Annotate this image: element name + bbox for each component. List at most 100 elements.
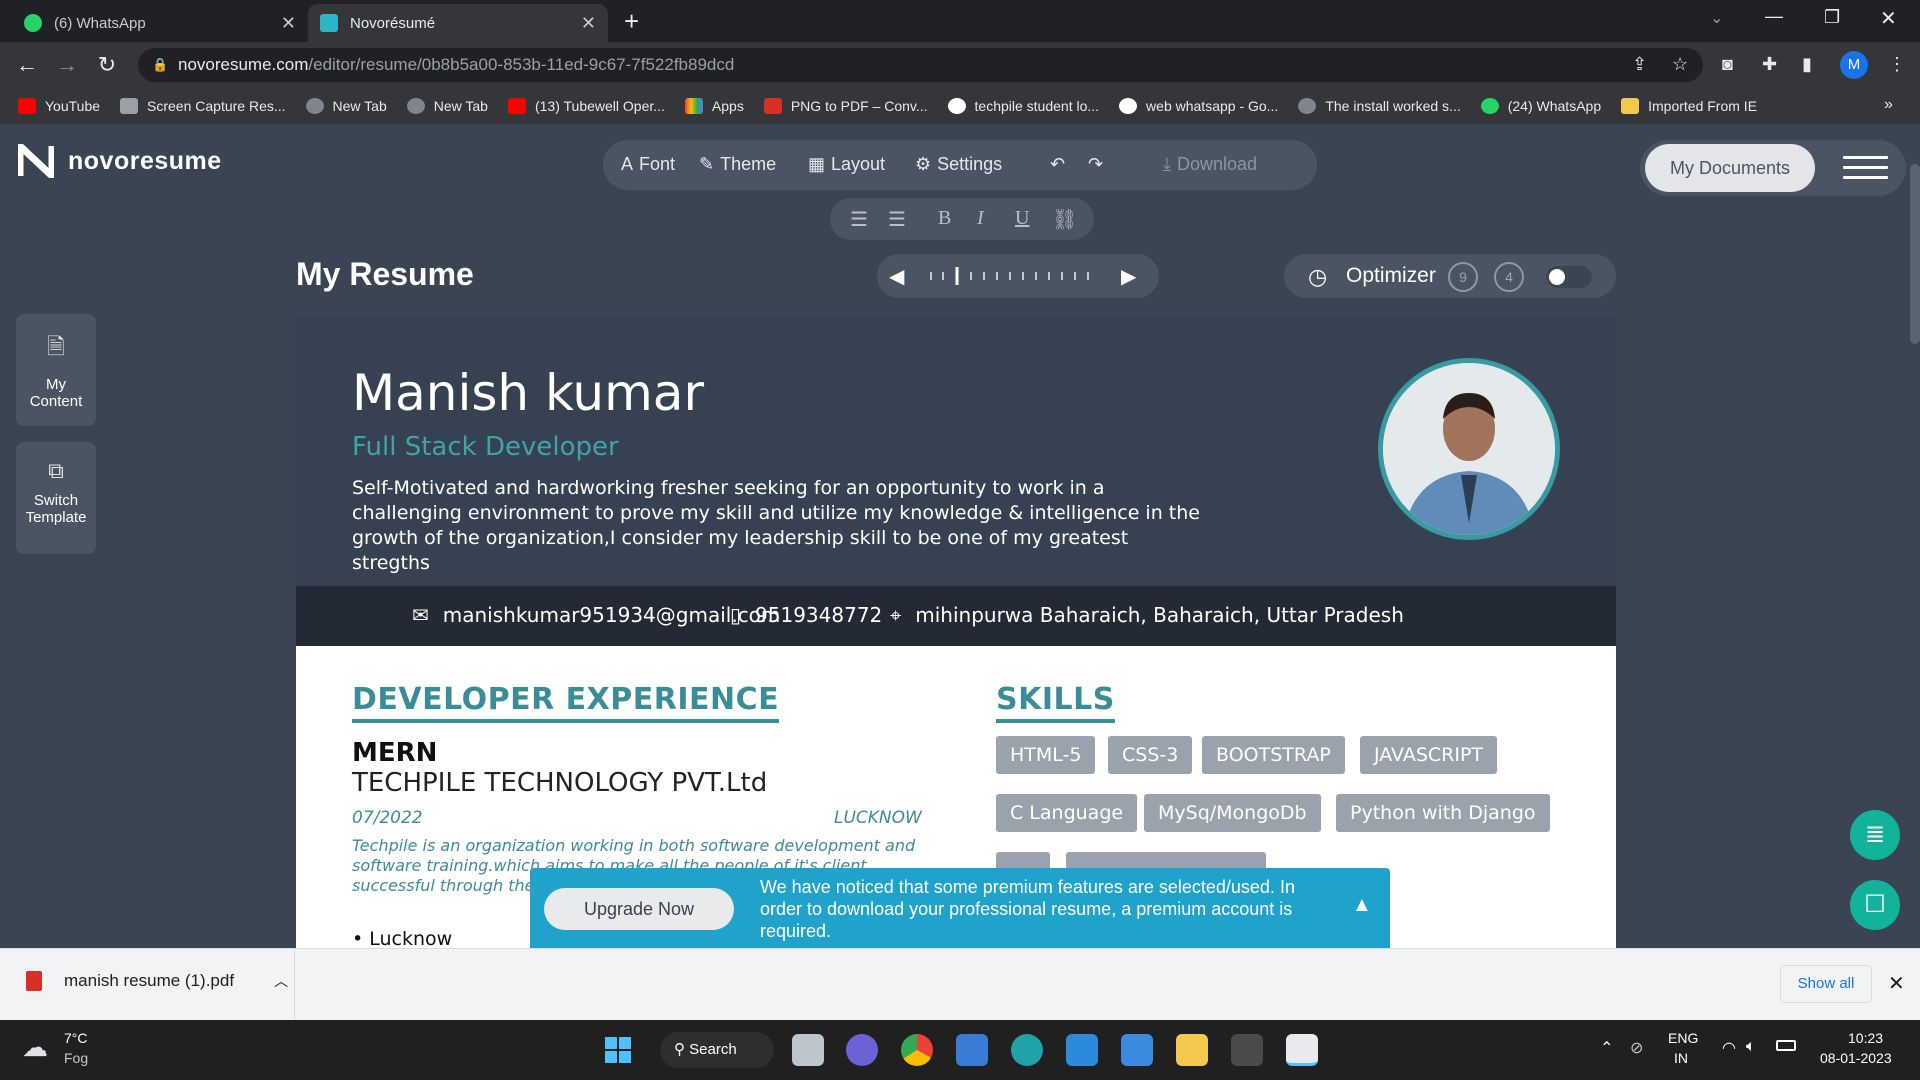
- clock-date[interactable]: 08-01-2023: [1820, 1050, 1892, 1066]
- skill-tag[interactable]: BOOTSTRAP: [1202, 736, 1345, 774]
- company-name[interactable]: TECHPILE TECHNOLOGY PVT.Ltd: [352, 768, 767, 798]
- show-all-button[interactable]: Show all: [1780, 965, 1872, 1003]
- bookmark-new-tab-2[interactable]: New Tab: [406, 98, 488, 114]
- vscode-icon[interactable]: [1066, 1034, 1098, 1066]
- previous-page-icon[interactable]: ◀: [889, 264, 904, 289]
- skill-tag[interactable]: Python with Django: [1336, 794, 1550, 832]
- job-title[interactable]: MERN: [352, 738, 437, 768]
- language-indicator[interactable]: ENG: [1668, 1030, 1698, 1046]
- skills-heading[interactable]: SKILLS: [996, 682, 1115, 723]
- hamburger-menu-icon[interactable]: [1843, 156, 1888, 180]
- task-view-icon[interactable]: [792, 1034, 824, 1066]
- download-button[interactable]: ⤓ Download: [1163, 154, 1257, 175]
- my-documents-button[interactable]: My Documents: [1645, 144, 1815, 192]
- battery-icon[interactable]: [1776, 1040, 1796, 1051]
- job-date[interactable]: 07/2022: [352, 808, 423, 828]
- bookmark-png-to-pdf[interactable]: PNG to PDF – Conv...: [763, 98, 928, 114]
- redo-button[interactable]: ↷: [1088, 154, 1103, 175]
- bookmark-apps[interactable]: Apps: [684, 98, 744, 114]
- url-field[interactable]: 🔒 novoresume.com/editor/resume/0b8b5a00-…: [138, 48, 1703, 82]
- bookmark-techpile[interactable]: techpile student lo...: [947, 98, 1099, 114]
- reload-icon[interactable]: ↻: [92, 50, 122, 80]
- kebab-menu-icon[interactable]: ⋮: [1888, 54, 1906, 75]
- bookmark-star-icon[interactable]: ☆: [1672, 54, 1688, 75]
- job-bullet[interactable]: • Lucknow: [352, 928, 452, 948]
- font-button[interactable]: A Font: [621, 154, 675, 175]
- profile-avatar[interactable]: M: [1840, 51, 1868, 79]
- align-left-icon[interactable]: ☰: [850, 207, 868, 232]
- chevron-up-icon[interactable]: ⌃: [1600, 1038, 1613, 1058]
- chevron-up-icon[interactable]: ︿: [274, 971, 288, 991]
- taskbar-search[interactable]: ⚲ Search: [660, 1032, 774, 1068]
- bookmark-web-whatsapp[interactable]: web whatsapp - Go...: [1119, 98, 1278, 114]
- close-icon[interactable]: ✕: [281, 13, 296, 34]
- download-item[interactable]: manish resume (1).pdf ︿: [26, 971, 288, 991]
- back-icon[interactable]: ←: [12, 50, 42, 80]
- chat-icon[interactable]: ☐: [1850, 880, 1900, 930]
- wifi-icon[interactable]: ◠: [1722, 1038, 1736, 1058]
- bold-button[interactable]: B: [938, 207, 951, 230]
- snipping-tool-icon[interactable]: [1286, 1034, 1318, 1066]
- optimizer-panel[interactable]: ◷ Optimizer 9 4: [1284, 254, 1616, 298]
- theme-button[interactable]: ✎ Theme: [699, 154, 776, 175]
- settings-button[interactable]: ⚙ Settings: [915, 154, 1002, 175]
- bookmark-whatsapp[interactable]: (24) WhatsApp: [1480, 98, 1601, 114]
- weather-cloud-icon[interactable]: ☁: [22, 1032, 48, 1063]
- side-panel-icon[interactable]: ▮: [1802, 54, 1812, 75]
- skill-tag[interactable]: CSS-3: [1108, 736, 1193, 774]
- resume-role[interactable]: Full Stack Developer: [352, 432, 619, 462]
- window-close-icon[interactable]: ✕: [1880, 6, 1897, 31]
- skill-tag[interactable]: HTML-5: [996, 736, 1096, 774]
- camera-extension-icon[interactable]: ◙: [1722, 54, 1733, 75]
- experience-heading[interactable]: DEVELOPER EXPERIENCE: [352, 682, 780, 723]
- next-page-icon[interactable]: ▶: [1121, 264, 1136, 289]
- page-slider[interactable]: ◀ ▶: [877, 254, 1159, 298]
- store-icon[interactable]: [956, 1034, 988, 1066]
- job-location[interactable]: LUCKNOW: [834, 808, 922, 828]
- extensions-icon[interactable]: ✚: [1762, 54, 1777, 75]
- share-icon[interactable]: ⇪: [1632, 54, 1647, 75]
- layout-button[interactable]: ▦ Layout: [808, 154, 885, 175]
- profile-photo[interactable]: [1378, 358, 1560, 540]
- optimizer-toggle[interactable]: [1546, 266, 1592, 288]
- close-icon[interactable]: ✕: [581, 13, 596, 34]
- bookmark-install[interactable]: The install worked s...: [1298, 98, 1461, 114]
- page-slider-ticks[interactable]: [927, 266, 1107, 286]
- contact-email[interactable]: ✉ manishkumar951934@gmail.com: [412, 603, 780, 627]
- weather-temp[interactable]: 7°C: [64, 1030, 88, 1046]
- forward-icon[interactable]: →: [52, 50, 82, 80]
- switch-template-button[interactable]: ⧉ Switch Template: [16, 442, 96, 554]
- minimize-icon[interactable]: —: [1765, 6, 1783, 27]
- underline-button[interactable]: U: [1015, 207, 1029, 230]
- link-icon[interactable]: ⛓: [1052, 207, 1077, 232]
- contact-location[interactable]: ⌖ mihinpurwa Baharaich, Baharaich, Uttar …: [890, 603, 1404, 627]
- upgrade-now-button[interactable]: Upgrade Now: [544, 888, 734, 930]
- align-justify-icon[interactable]: ☰: [888, 207, 906, 232]
- pen-app-icon[interactable]: [1231, 1034, 1263, 1066]
- tab-search-icon[interactable]: ⌄: [1710, 8, 1723, 28]
- bookmark-new-tab[interactable]: New Tab: [305, 98, 387, 114]
- resume-summary[interactable]: Self-Motivated and hardworking fresher s…: [352, 476, 1212, 576]
- chevron-up-icon[interactable]: ▲: [1352, 894, 1372, 917]
- more-bookmarks-button[interactable]: »: [1884, 96, 1893, 114]
- italic-button[interactable]: I: [977, 207, 984, 230]
- network-off-icon[interactable]: ⊘: [1630, 1038, 1643, 1058]
- edge-icon[interactable]: [1011, 1034, 1043, 1066]
- new-tab-button[interactable]: +: [624, 6, 639, 37]
- tab-whatsapp[interactable]: (6) WhatsApp ✕: [12, 4, 308, 42]
- chrome-icon[interactable]: [901, 1034, 933, 1066]
- scrollbar[interactable]: [1910, 164, 1920, 344]
- skill-tag[interactable]: MySq/MongoDb: [1144, 794, 1321, 832]
- mail-icon[interactable]: [1121, 1034, 1153, 1066]
- tab-novoresume[interactable]: Novorésumé ✕: [308, 4, 608, 42]
- skill-tag[interactable]: JAVASCRIPT: [1360, 736, 1498, 774]
- bookmark-youtube[interactable]: YouTube: [18, 98, 100, 114]
- skill-tag[interactable]: C Language: [996, 794, 1138, 832]
- contact-phone[interactable]: ▯ 9519348772: [730, 603, 882, 627]
- restore-icon[interactable]: ❐: [1824, 7, 1840, 28]
- notes-icon[interactable]: ≣: [1850, 810, 1900, 860]
- bookmark-screen-capture[interactable]: Screen Capture Res...: [120, 98, 286, 114]
- speaker-icon[interactable]: 🔈︎: [1746, 1038, 1756, 1056]
- chat-app-icon[interactable]: [846, 1034, 878, 1066]
- bookmark-folder-imported[interactable]: Imported From IE: [1621, 98, 1757, 114]
